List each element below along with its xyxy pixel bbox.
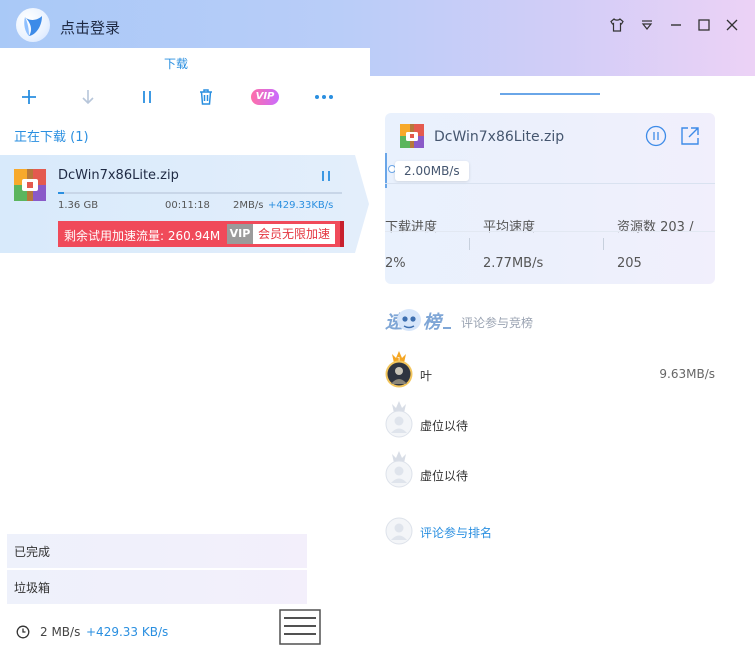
comment-rank-button[interactable]: 评论参与排名 bbox=[385, 516, 715, 546]
minimize-icon[interactable] bbox=[666, 15, 686, 35]
app-logo-icon bbox=[16, 8, 50, 42]
vip-button[interactable]: VIP bbox=[251, 89, 279, 105]
sources-value: 205 bbox=[617, 256, 642, 271]
rank-user-name: 虚位以待 bbox=[420, 469, 469, 483]
detail-file-name: DcWin7x86Lite.zip bbox=[434, 129, 565, 145]
item-speed: 2MB/s bbox=[233, 200, 264, 211]
rank-row: 虚位以待 bbox=[385, 401, 715, 440]
avg-speed-value: 2.77MB/s bbox=[483, 256, 544, 271]
svg-text:榜: 榜 bbox=[423, 312, 444, 333]
divider bbox=[385, 231, 715, 232]
vip-boost-button[interactable]: 会员无限加速 bbox=[253, 224, 335, 244]
rank-board-logo: 速 榜 bbox=[385, 309, 451, 333]
file-name: DcWin7x86Lite.zip bbox=[58, 168, 179, 183]
rank-user-name: 虚位以待 bbox=[420, 419, 469, 433]
comment-rank-label: 评论参与排名 bbox=[420, 526, 493, 540]
zip-file-icon bbox=[14, 169, 46, 201]
app-window: 点击登录 下载 VIP 正在下载 (1) DcWin7x86Lite.zip 1… bbox=[0, 0, 755, 652]
avatar bbox=[385, 410, 413, 438]
download-icon[interactable] bbox=[75, 84, 101, 110]
rank-row: 虚位以待 bbox=[385, 451, 715, 490]
progress-label: 下载进度 bbox=[385, 220, 438, 235]
maximize-icon[interactable] bbox=[694, 15, 714, 35]
avatar bbox=[385, 360, 413, 388]
download-list-panel: 下载 VIP 正在下载 (1) DcWin7x86Lite.zip 1.36 G… bbox=[0, 48, 370, 652]
task-detail-card: DcWin7x86Lite.zip 2.00MB/s 下载进度 平均速度 资源数… bbox=[385, 113, 715, 284]
avatar bbox=[385, 517, 413, 545]
login-link[interactable]: 点击登录 bbox=[60, 17, 120, 38]
detail-tab-indicator bbox=[500, 93, 600, 95]
total-boost: +429.33 KB/s bbox=[86, 625, 169, 639]
menu-icon[interactable] bbox=[637, 15, 657, 35]
rank-hint[interactable]: 评论参与竞榜 bbox=[461, 314, 533, 331]
avg-speed-label: 平均速度 bbox=[483, 220, 536, 235]
promo-text: 剩余试用加速流量: 260.94M bbox=[64, 229, 221, 243]
tab-download[interactable]: 下载 bbox=[0, 55, 352, 72]
file-size: 1.36 GB bbox=[58, 200, 99, 211]
rank-row: 1 叶 9.63MB/s bbox=[385, 351, 715, 390]
promo-vip-badge: VIP bbox=[227, 224, 253, 244]
progress-value: 2% bbox=[385, 256, 406, 271]
avatar bbox=[385, 460, 413, 488]
time-left: 00:11:18 bbox=[165, 200, 210, 211]
divider bbox=[385, 183, 715, 184]
download-item[interactable]: DcWin7x86Lite.zip 1.36 GB 00:11:18 2MB/s… bbox=[0, 155, 355, 253]
sources-label: 资源数 203 / bbox=[617, 220, 694, 235]
nav-completed-label: 已完成 bbox=[14, 545, 51, 559]
pause-icon[interactable] bbox=[134, 84, 160, 110]
clock-icon bbox=[16, 625, 30, 639]
nav-completed[interactable]: 已完成 bbox=[7, 534, 307, 568]
detail-panel: DcWin7x86Lite.zip 2.00MB/s 下载进度 平均速度 资源数… bbox=[370, 76, 755, 652]
total-speed: 2 MB/s bbox=[40, 625, 81, 639]
add-icon[interactable] bbox=[16, 84, 42, 110]
stat-separator bbox=[603, 238, 604, 250]
watermark-logo bbox=[279, 609, 476, 648]
stat-separator bbox=[469, 238, 470, 250]
detail-pause-icon[interactable] bbox=[645, 125, 667, 147]
title-bar: 点击登录 bbox=[0, 0, 755, 52]
more-icon[interactable] bbox=[311, 84, 337, 110]
rank-user-speed: 9.63MB/s bbox=[659, 367, 715, 381]
trash-icon[interactable] bbox=[193, 84, 219, 110]
skin-icon[interactable] bbox=[607, 15, 627, 35]
item-pause-icon[interactable] bbox=[318, 168, 334, 184]
downloading-section-title[interactable]: 正在下载 (1) bbox=[14, 126, 89, 145]
current-speed-tag: 2.00MB/s bbox=[395, 161, 469, 181]
item-selected-arrow bbox=[355, 155, 369, 253]
rank-user-name: 叶 bbox=[420, 369, 433, 383]
progress-bar bbox=[58, 192, 342, 194]
item-boost: +429.33KB/s bbox=[268, 200, 334, 211]
nav-trash-label: 垃圾箱 bbox=[14, 581, 51, 595]
zip-file-icon bbox=[400, 124, 424, 148]
close-icon[interactable] bbox=[722, 15, 742, 35]
toolbar: VIP bbox=[0, 84, 360, 110]
nav-trash[interactable]: 垃圾箱 bbox=[7, 570, 307, 604]
promo-edge bbox=[340, 221, 344, 247]
promo-banner: 剩余试用加速流量: 260.94M VIP 会员无限加速 bbox=[58, 221, 340, 247]
progress-fill bbox=[58, 192, 64, 194]
open-folder-icon[interactable] bbox=[679, 125, 701, 147]
